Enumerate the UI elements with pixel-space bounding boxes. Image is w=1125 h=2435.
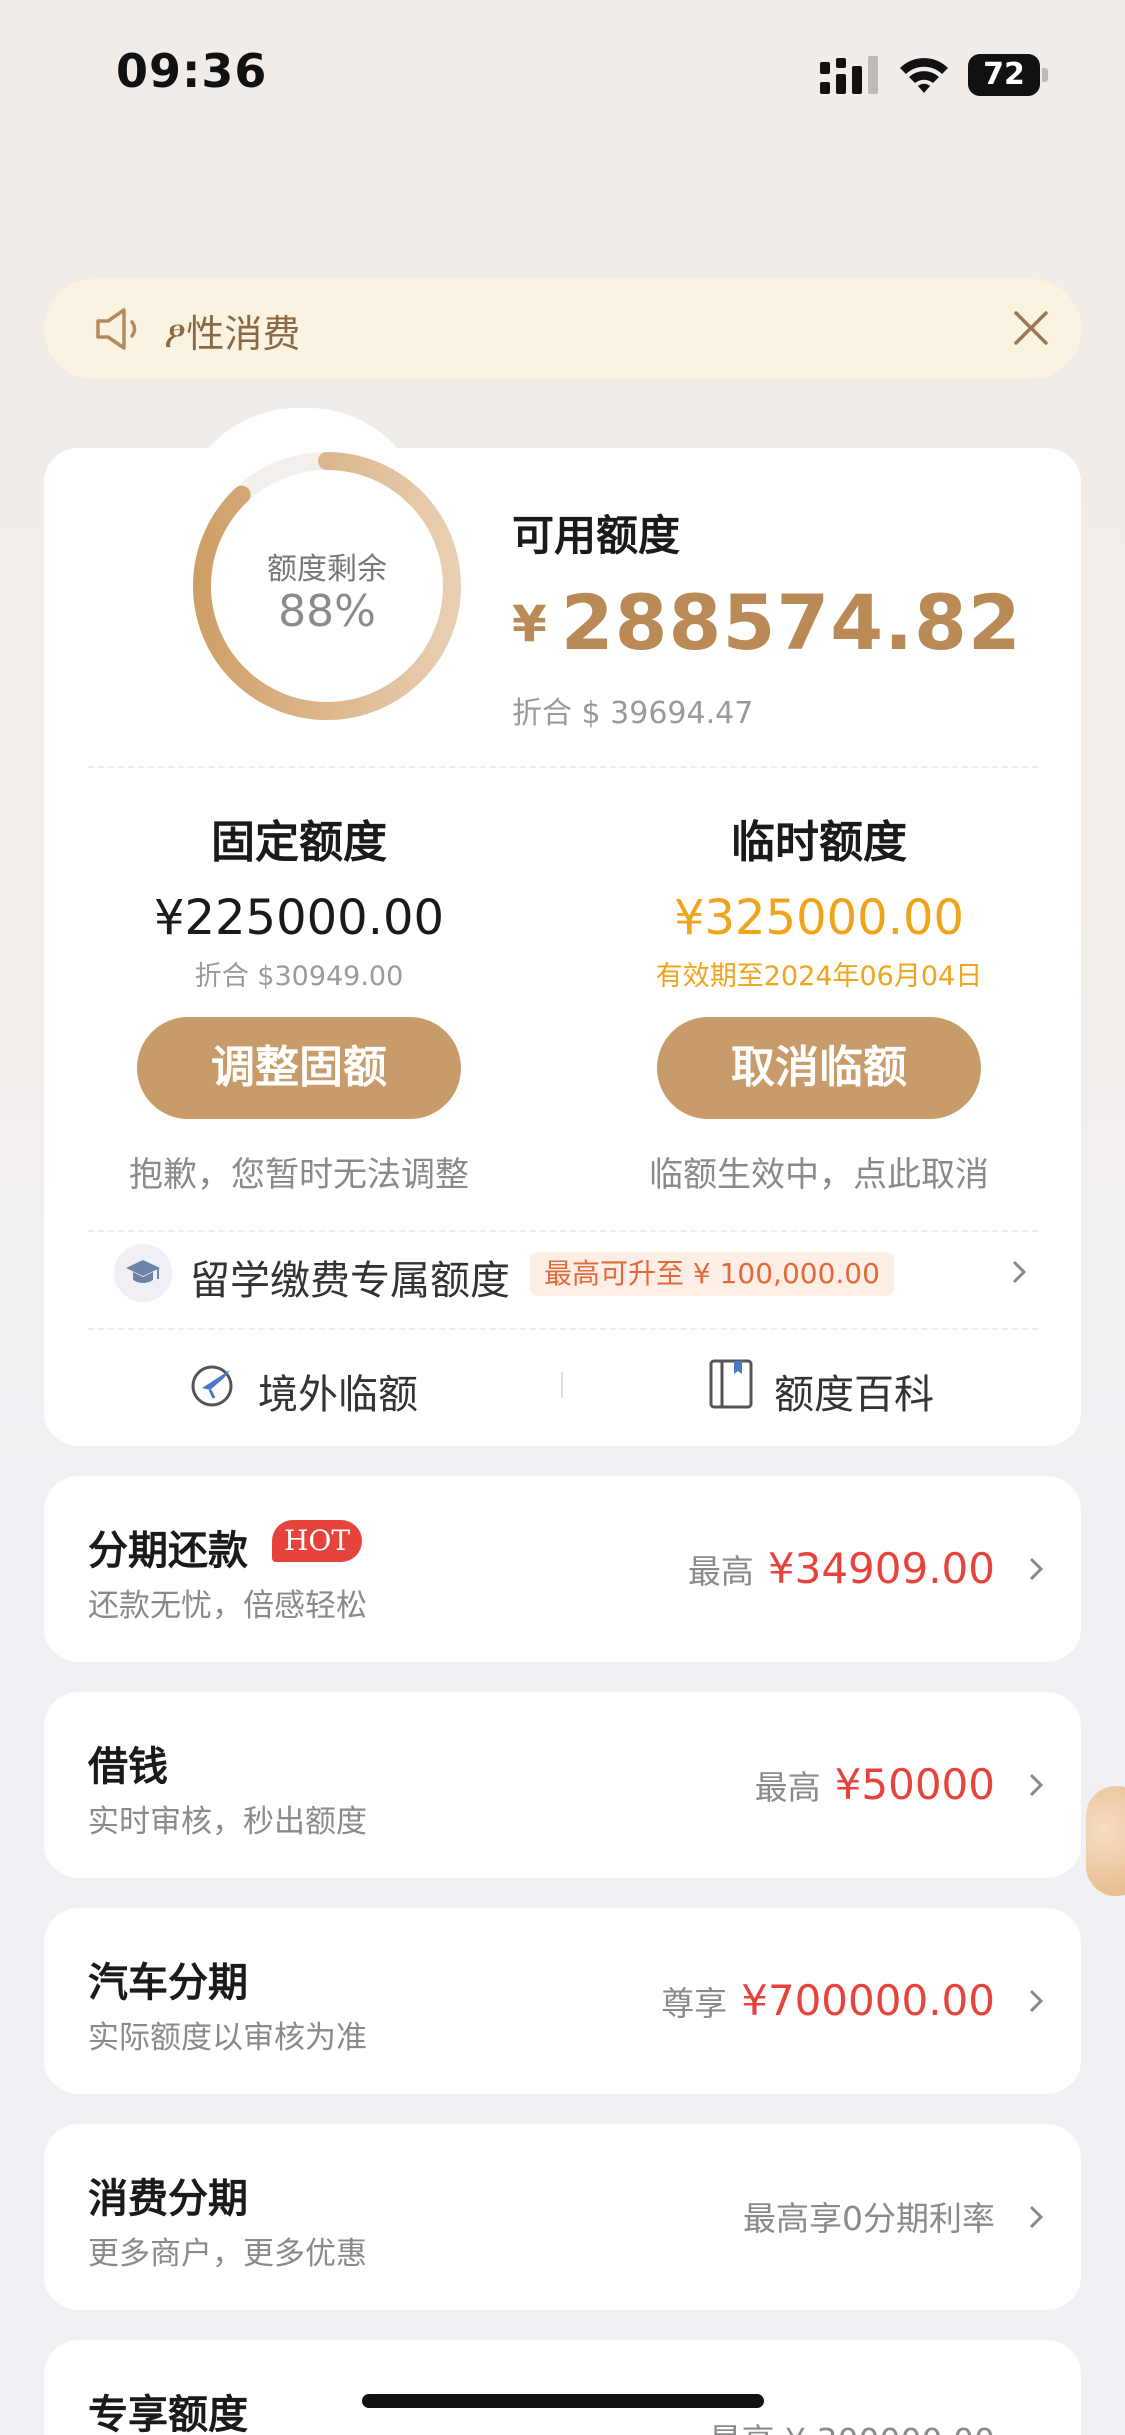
exclusive-credit-card[interactable]: 专享额度 最高 ¥ 300000.00 — [44, 2340, 1081, 2435]
card-title: 专享额度 — [88, 2392, 248, 2435]
cancel-temp-button[interactable]: 取消临额 — [657, 1017, 981, 1119]
notice-bar[interactable]: ፆ性消费 — [44, 279, 1081, 379]
card-subtitle: 实际额度以审核为准 — [88, 2020, 367, 2056]
chevron-right-icon — [1029, 1989, 1044, 2013]
value-prefix: 最高 — [687, 1552, 754, 1591]
chevron-right-icon — [1029, 1557, 1044, 1581]
car-installment-card[interactable]: 汽车分期 实际额度以审核为准 尊享 ¥700000.00 — [44, 1908, 1081, 2094]
study-badge: 最高可升至 ¥ 100,000.00 — [530, 1252, 894, 1296]
speaker-icon — [96, 308, 137, 350]
graduation-cap-icon — [114, 1244, 172, 1302]
ring-label: 额度剩余 — [267, 552, 387, 587]
card-subtitle: 实时审核，秒出额度 — [88, 1804, 367, 1840]
floating-assistant[interactable] — [1086, 1786, 1125, 1896]
card-value: 最高 ¥ 300000.00 — [709, 2414, 995, 2435]
chevron-right-icon — [1012, 1260, 1027, 1284]
value-prefix: 最高享0分期利率 — [743, 2199, 995, 2238]
temp-expiry: 有效期至2024年06月04日 — [655, 961, 983, 992]
separator — [561, 1372, 563, 1398]
credit-wiki-label: 额度百科 — [774, 1372, 934, 1418]
status-bar: 09:36 72 — [0, 0, 1125, 150]
ring-percent: 88% — [278, 586, 376, 637]
wifi-icon — [900, 58, 948, 93]
battery-icon: 72 — [968, 54, 1048, 96]
study-credit-row[interactable]: 留学缴费专属额度 最高可升至 ¥ 100,000.00 — [44, 1222, 1081, 1322]
divider — [88, 766, 1038, 768]
battery-level: 72 — [968, 54, 1040, 96]
value-amount: ¥34909.00 — [767, 1544, 995, 1593]
temp-title: 临时额度 — [731, 817, 907, 868]
fixed-usd: 折合 $30949.00 — [194, 961, 404, 992]
card-title: 借钱 — [88, 1744, 168, 1790]
value-prefix: 最高 ¥ 300000.00 — [709, 2421, 995, 2435]
available-amount-value: 288574.82 — [560, 578, 1022, 667]
fixed-title: 固定额度 — [211, 817, 387, 868]
chevron-right-icon — [1029, 2205, 1044, 2229]
close-icon[interactable] — [1010, 307, 1052, 349]
value-prefix: 最高 — [754, 1768, 821, 1807]
available-usd: 折合 $ 39694.47 — [512, 696, 754, 731]
temp-note[interactable]: 临额生效中，点此取消 — [604, 1147, 1034, 1196]
card-subtitle: 更多商户，更多优惠 — [88, 2236, 367, 2272]
card-subtitle: 还款无忧，倍感轻松 — [88, 1588, 367, 1624]
cellular-signal-icon — [820, 56, 878, 94]
bottom-links: 境外临额 额度百科 — [44, 1328, 1081, 1438]
card-value: 尊享 ¥700000.00 — [661, 1976, 995, 2025]
credit-wiki-link[interactable]: 额度百科 — [708, 1356, 968, 1418]
card-title: 汽车分期 — [88, 1960, 248, 2006]
value-amount: ¥700000.00 — [741, 1976, 995, 2025]
available-title: 可用额度 — [512, 511, 681, 560]
available-amount: ¥288574.82 — [512, 578, 1022, 667]
borrow-card[interactable]: 借钱 实时审核，秒出额度 最高 ¥50000 — [44, 1692, 1081, 1878]
notice-text: ፆ性消费 — [164, 312, 301, 356]
home-indicator[interactable] — [362, 2394, 764, 2408]
plane-globe-icon — [191, 1365, 233, 1407]
study-label: 留学缴费专属额度 — [190, 1258, 510, 1304]
hot-badge: HOT — [272, 1520, 363, 1562]
chevron-right-icon — [1029, 1773, 1044, 1797]
fixed-credit-column: 固定额度 ¥225000.00 折合 $30949.00 调整固额 抱歉，您暂时… — [84, 806, 514, 1196]
book-icon — [709, 1359, 753, 1409]
fixed-note: 抱歉，您暂时无法调整 — [129, 1155, 469, 1195]
credit-card-panel: 额度剩余 88% 可用额度 ¥288574.82 折合 $ 39694.47 固… — [44, 448, 1081, 1446]
card-title: 消费分期 — [88, 2176, 248, 2222]
temp-amount: ¥325000.00 — [673, 890, 965, 946]
adjust-fixed-button[interactable]: 调整固额 — [137, 1017, 461, 1119]
status-time: 09:36 — [116, 44, 268, 98]
value-amount: ¥50000 — [834, 1760, 995, 1809]
fixed-amount: ¥225000.00 — [153, 890, 445, 946]
card-title: 分期还款 — [88, 1528, 248, 1574]
value-prefix: 尊享 — [661, 1984, 728, 2023]
installment-repay-card[interactable]: 分期还款 HOT 还款无忧，倍感轻松 最高 ¥34909.00 — [44, 1476, 1081, 1662]
temp-credit-column: 临时额度 ¥325000.00 有效期至2024年06月04日 取消临额 临额生… — [604, 806, 1034, 1196]
card-value: 最高 ¥34909.00 — [688, 1544, 995, 1593]
overseas-temp-label: 境外临额 — [258, 1372, 418, 1418]
overseas-temp-link[interactable]: 境外临额 — [188, 1356, 448, 1418]
currency-symbol: ¥ — [512, 595, 547, 653]
card-value: 最高享0分期利率 — [743, 2192, 995, 2240]
consumer-installment-card[interactable]: 消费分期 更多商户，更多优惠 最高享0分期利率 — [44, 2124, 1081, 2310]
card-value: 最高 ¥50000 — [755, 1760, 995, 1809]
